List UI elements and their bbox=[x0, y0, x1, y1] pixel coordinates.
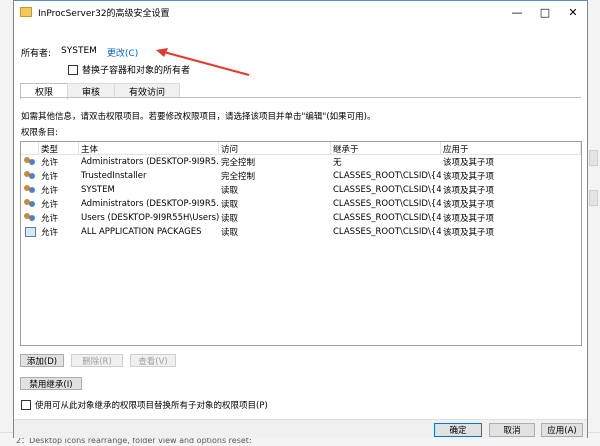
cell-type: 允许 bbox=[41, 158, 59, 168]
cell-type: 允许 bbox=[41, 186, 59, 196]
cell-applies: 该项及其子项 bbox=[443, 158, 495, 168]
cell-type: 允许 bbox=[41, 200, 59, 210]
tab-panel-divider bbox=[20, 97, 581, 98]
close-icon: ✕ bbox=[568, 5, 578, 19]
cell-applies: 该项及其子项 bbox=[443, 228, 495, 238]
minimize-icon: — bbox=[511, 5, 523, 19]
window-title: InProcServer32的高级安全设置 bbox=[38, 8, 170, 19]
background-right bbox=[587, 0, 600, 446]
cell-inherited: CLASSES_ROOT\CLSID\{4... bbox=[333, 227, 441, 237]
package-icon bbox=[24, 227, 36, 237]
users-icon bbox=[24, 185, 36, 195]
cell-inherited: CLASSES_ROOT\CLSID\{4... bbox=[333, 199, 441, 209]
replace-child-option[interactable]: 使用可从此对象继承的权限项目替换所有子对象的权限项目(P) bbox=[21, 399, 268, 411]
column-header-inherited[interactable]: 继承于 bbox=[331, 142, 441, 154]
background-strip bbox=[589, 190, 598, 206]
table-row[interactable]: 允许 Administrators (DESKTOP-9I9R5... 完全控制… bbox=[21, 155, 581, 169]
cell-access: 读取 bbox=[221, 214, 239, 224]
cell-principal: Administrators (DESKTOP-9I9R5... bbox=[81, 157, 219, 167]
cell-principal: Users (DESKTOP-9I9R55H\Users) bbox=[81, 213, 219, 223]
replace-owner-label: 替换子容器和对象的所有者 bbox=[82, 66, 191, 76]
column-header-icon bbox=[21, 142, 39, 154]
cell-access: 完全控制 bbox=[221, 158, 256, 168]
table-row[interactable]: 允许 SYSTEM 读取 CLASSES_ROOT\CLSID\{4... 该项… bbox=[21, 183, 581, 197]
replace-child-label: 使用可从此对象继承的权限项目替换所有子对象的权限项目(P) bbox=[35, 401, 268, 411]
users-icon bbox=[24, 157, 36, 167]
owner-row: 所有者: SYSTEM 更改(C) bbox=[21, 46, 138, 59]
users-icon bbox=[24, 213, 36, 223]
add-button[interactable]: 添加(D) bbox=[20, 354, 64, 367]
cell-access: 读取 bbox=[221, 186, 239, 196]
permission-entries-label: 权限条目: bbox=[21, 128, 58, 138]
table-row[interactable]: 允许 Users (DESKTOP-9I9R55H\Users) 读取 CLAS… bbox=[21, 211, 581, 225]
remove-button[interactable]: 删除(R) bbox=[71, 354, 123, 367]
cell-applies: 该项及其子项 bbox=[443, 172, 495, 182]
cell-access: 读取 bbox=[221, 200, 239, 210]
cell-type: 允许 bbox=[41, 214, 59, 224]
cell-type: 允许 bbox=[41, 228, 59, 238]
dialog-footer: 确定 取消 应用(A) bbox=[14, 419, 587, 438]
cell-applies: 该项及其子项 bbox=[443, 214, 495, 224]
table-header: 类型 主体 访问 继承于 应用于 bbox=[21, 142, 581, 155]
tab-auditing[interactable]: 审核 bbox=[67, 83, 116, 98]
cell-applies: 该项及其子项 bbox=[443, 200, 495, 210]
disable-inheritance-button[interactable]: 禁用继承(I) bbox=[20, 377, 82, 390]
cell-principal: Administrators (DESKTOP-9I9R5... bbox=[81, 199, 219, 209]
cell-applies: 该项及其子项 bbox=[443, 186, 495, 196]
change-owner-link[interactable]: 更改(C) bbox=[107, 46, 138, 59]
cell-principal: ALL APPLICATION PACKAGES bbox=[81, 227, 202, 237]
cell-inherited: CLASSES_ROOT\CLSID\{4... bbox=[333, 171, 441, 181]
close-button[interactable]: ✕ bbox=[559, 1, 587, 23]
column-header-type[interactable]: 类型 bbox=[39, 142, 79, 154]
table-row[interactable]: 允许 ALL APPLICATION PACKAGES 读取 CLASSES_R… bbox=[21, 225, 581, 239]
permission-entries-table[interactable]: 类型 主体 访问 继承于 应用于 允许 Administrators (DESK… bbox=[20, 141, 582, 346]
cell-type: 允许 bbox=[41, 172, 59, 182]
cell-access: 读取 bbox=[221, 228, 239, 238]
cancel-button[interactable]: 取消 bbox=[489, 423, 535, 437]
folder-icon bbox=[20, 7, 32, 17]
table-row[interactable]: 允许 TrustedInstaller 完全控制 CLASSES_ROOT\CL… bbox=[21, 169, 581, 183]
maximize-icon: □ bbox=[539, 5, 551, 19]
cell-inherited: 无 bbox=[333, 158, 342, 168]
title-bar[interactable]: InProcServer32的高级安全设置 — □ ✕ bbox=[14, 1, 587, 23]
replace-owner-checkbox[interactable] bbox=[68, 64, 78, 75]
column-header-access[interactable]: 访问 bbox=[219, 142, 331, 154]
background-strip bbox=[589, 150, 598, 166]
column-header-principal[interactable]: 主体 bbox=[79, 142, 219, 154]
ok-button[interactable]: 确定 bbox=[434, 423, 482, 437]
table-row[interactable]: 允许 Administrators (DESKTOP-9I9R5... 读取 C… bbox=[21, 197, 581, 211]
cell-principal: SYSTEM bbox=[81, 185, 115, 195]
cell-inherited: CLASSES_ROOT\CLSID\{4... bbox=[333, 185, 441, 195]
cell-access: 完全控制 bbox=[221, 172, 256, 182]
cell-inherited: CLASSES_ROOT\CLSID\{4... bbox=[333, 213, 441, 223]
info-text: 如需其他信息，请双击权限项目。若要修改权限项目，请选择该项目并单击"编辑"(如果… bbox=[21, 112, 376, 122]
tab-effective-access[interactable]: 有效访问 bbox=[114, 83, 181, 98]
cell-principal: TrustedInstaller bbox=[81, 171, 147, 181]
users-icon bbox=[24, 199, 36, 209]
minimize-button[interactable]: — bbox=[503, 1, 531, 23]
column-header-applies[interactable]: 应用于 bbox=[441, 142, 581, 154]
background-left bbox=[0, 0, 13, 446]
maximize-button[interactable]: □ bbox=[531, 1, 559, 23]
replace-owner-option[interactable]: 替换子容器和对象的所有者 bbox=[68, 63, 190, 76]
users-icon bbox=[24, 171, 36, 181]
view-button[interactable]: 查看(V) bbox=[130, 354, 176, 367]
owner-label: 所有者: bbox=[21, 49, 52, 59]
replace-child-checkbox[interactable] bbox=[21, 400, 31, 410]
owner-name: SYSTEM bbox=[61, 46, 97, 56]
tab-bar: 权限 审核 有效访问 bbox=[20, 83, 181, 99]
apply-button[interactable]: 应用(A) bbox=[541, 423, 583, 437]
security-settings-window: InProcServer32的高级安全设置 — □ ✕ 所有者: SYSTEM … bbox=[13, 0, 588, 438]
